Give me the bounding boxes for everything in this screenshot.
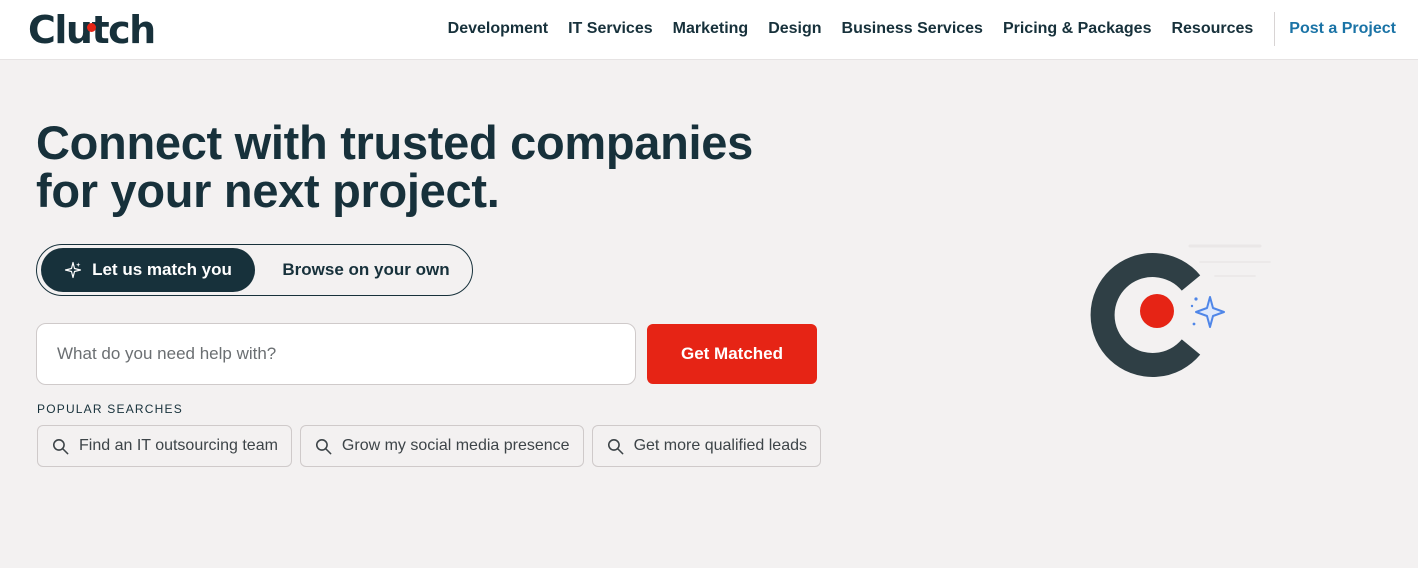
let-us-match-you-tab[interactable]: Let us match you [41,248,255,292]
sparkle-icon [64,261,82,279]
search-icon [52,438,69,454]
popular-search-label: Get more qualified leads [633,437,807,454]
logo-red-dot [87,23,96,32]
popular-searches-label: POPULAR SEARCHES [37,402,183,416]
nav-divider [1274,12,1276,46]
nav-marketing[interactable]: Marketing [673,20,749,38]
mode-toggle: Let us match you Browse on your own [36,244,473,296]
search-icon [315,438,332,454]
hero-title: Connect with trusted companies for your … [36,119,796,215]
sparkle-icon [1190,296,1225,328]
main-nav: Development IT Services Marketing Design… [448,0,1418,58]
nav-it-services[interactable]: IT Services [568,20,653,38]
hero-title-line1: Connect with trusted companies [36,116,753,169]
let-us-match-you-label: Let us match you [92,260,232,279]
nav-resources[interactable]: Resources [1171,20,1253,38]
search-icon [607,438,623,454]
speed-lines [1188,244,1271,277]
popular-search-chip[interactable]: Grow my social media presence [299,425,584,467]
browse-on-your-own-label: Browse on your own [282,260,450,279]
popular-search-chip[interactable]: Find an IT outsourcing team [37,425,292,467]
popular-search-label: Grow my social media presence [341,437,570,454]
popular-searches-list: Find an IT outsourcing team Grow my soci… [37,425,829,467]
c-mark-red-dot [1140,294,1174,328]
get-matched-button[interactable]: Get Matched [647,324,817,384]
browse-on-your-own-tab[interactable]: Browse on your own [262,248,470,292]
clutch-match-illustration [1090,244,1271,377]
nav-pricing-packages[interactable]: Pricing & Packages [1003,20,1152,38]
nav-development[interactable]: Development [448,20,548,38]
post-a-project-link[interactable]: Post a Project [1289,20,1396,38]
popular-search-chip[interactable]: Get more qualified leads [591,425,821,467]
nav-business-services[interactable]: Business Services [842,20,983,38]
project-help-input[interactable] [36,323,636,385]
hero-title-line2: for your next project. [36,164,500,217]
nav-design[interactable]: Design [768,20,821,38]
popular-search-label: Find an IT outsourcing team [79,437,278,454]
top-navigation-bar: Clutch Development IT Services Marketing… [0,0,1418,60]
